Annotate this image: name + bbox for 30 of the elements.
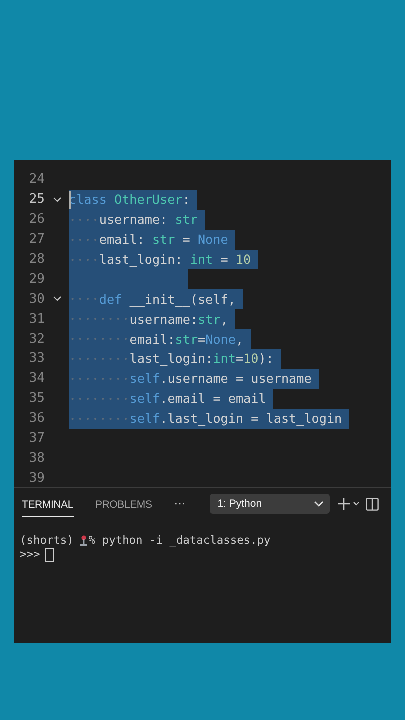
line-number: 32	[28, 332, 45, 347]
line-number: 35	[28, 391, 45, 406]
terminal-env: (shorts)	[20, 534, 74, 548]
joystick-icon	[80, 535, 88, 547]
line-number: 33	[28, 351, 45, 366]
more-button[interactable]: ···	[174, 497, 186, 511]
panel-tab[interactable]: TERMINAL	[22, 492, 74, 516]
line-number: 28	[28, 252, 45, 267]
line-number: 37	[28, 431, 45, 446]
line-number: 26	[28, 212, 45, 228]
add-terminal-button[interactable]	[338, 497, 362, 511]
chevron-down-icon[interactable]	[52, 196, 62, 203]
line-number: 24	[28, 172, 45, 188]
terminal-cursor	[45, 548, 54, 562]
chevron-down-icon	[314, 501, 324, 507]
line-number: 25	[28, 192, 45, 208]
line-number: 31	[28, 312, 45, 327]
chevron-down-icon[interactable]	[52, 296, 62, 302]
line-number: 34	[28, 371, 45, 386]
line-number: 29	[28, 272, 45, 287]
line-number: 27	[28, 232, 45, 248]
terminal-dropdown[interactable]: 1: Python	[210, 494, 330, 514]
terminal-prompt: >>>	[20, 548, 40, 562]
terminal-command: % python -i _dataclasses.py	[88, 534, 271, 548]
line-number: 30	[28, 292, 45, 307]
line-number: 36	[28, 411, 45, 426]
split-icon[interactable]	[366, 498, 379, 510]
line-number: 39	[28, 470, 45, 486]
line-number: 38	[28, 450, 45, 466]
panel-tab[interactable]: PROBLEMS	[96, 492, 152, 516]
